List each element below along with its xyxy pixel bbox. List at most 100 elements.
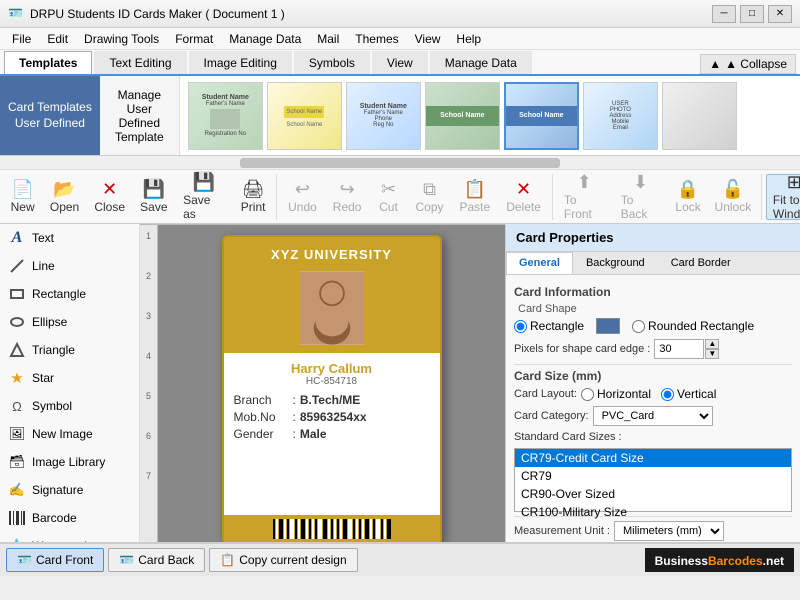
menu-manage-data[interactable]: Manage Data (221, 30, 309, 48)
pixels-edge-label: Pixels for shape card edge : (514, 343, 650, 355)
tab-text-editing[interactable]: Text Editing (94, 51, 186, 74)
tab-view[interactable]: View (372, 51, 428, 74)
card-photo-frame (297, 268, 367, 348)
menu-themes[interactable]: Themes (347, 30, 406, 48)
menu-file[interactable]: File (4, 30, 39, 48)
tool-new-image[interactable]: 🖼 New Image (0, 420, 139, 448)
template-thumb-7[interactable] (662, 82, 737, 150)
tool-triangle[interactable]: Triangle (0, 336, 139, 364)
props-tab-card-border[interactable]: Card Border (658, 252, 744, 274)
horizontal-radio-option[interactable]: Horizontal (581, 387, 651, 401)
text-tool-label: Text (32, 231, 54, 245)
cr79-option[interactable]: CR79 (515, 467, 791, 485)
menu-drawing-tools[interactable]: Drawing Tools (76, 30, 167, 48)
tool-symbol[interactable]: Ω Symbol (0, 392, 139, 420)
pixels-spin-up[interactable]: ▲ (705, 339, 719, 349)
cr90-over-sized-option[interactable]: CR90-Over Sized (515, 485, 791, 503)
template-thumb-1[interactable]: Student Name Father's Name Registration … (188, 82, 263, 150)
rectangle-radio[interactable] (514, 320, 527, 333)
cut-button[interactable]: ✂ Cut (370, 174, 406, 220)
tool-text[interactable]: A Text (0, 224, 139, 252)
rounded-rectangle-radio[interactable] (632, 320, 645, 333)
menu-bar: File Edit Drawing Tools Format Manage Da… (0, 28, 800, 50)
category-select[interactable]: PVC_Card (593, 406, 713, 426)
measurement-label: Measurement Unit : (514, 525, 610, 537)
tool-watermark[interactable]: 💧 Watermark (0, 532, 139, 542)
tab-manage-data[interactable]: Manage Data (430, 51, 532, 74)
tab-templates[interactable]: Templates (4, 51, 92, 74)
design-canvas[interactable]: XYZ UNIVERSITY (158, 225, 505, 542)
tab-symbols[interactable]: Symbols (294, 51, 370, 74)
horizontal-scrollbar[interactable] (0, 156, 800, 170)
measurement-select[interactable]: Milimeters (mm) (614, 521, 724, 541)
close-button[interactable]: ✕ (768, 5, 792, 23)
card-back-button[interactable]: 🪪 Card Back (108, 548, 205, 572)
tab-image-editing[interactable]: Image Editing (189, 51, 292, 74)
paste-button[interactable]: 📋 Paste (453, 174, 498, 220)
close-doc-button[interactable]: ✕ Close (88, 174, 132, 220)
horizontal-radio[interactable] (581, 388, 594, 401)
tool-line[interactable]: Line (0, 252, 139, 280)
tool-ellipse[interactable]: Ellipse (0, 308, 139, 336)
props-tab-background[interactable]: Background (573, 252, 658, 274)
template-thumb-3[interactable]: Student Name Father's Name Phone Reg No (346, 82, 421, 150)
tool-signature[interactable]: ✍ Signature (0, 476, 139, 504)
template-thumb-4[interactable]: School Name (425, 82, 500, 150)
signature-tool-icon: ✍ (8, 481, 26, 499)
card-gender-label: Gender (234, 427, 289, 441)
vertical-radio-option[interactable]: Vertical (661, 387, 716, 401)
id-card: XYZ UNIVERSITY (222, 235, 442, 542)
manage-user-defined-button[interactable]: Manage User Defined Template (100, 76, 180, 155)
unlock-button[interactable]: 🔓 Unlock (709, 174, 757, 220)
tool-barcode[interactable]: Barcode (0, 504, 139, 532)
template-group-button[interactable]: Card Templates User Defined (0, 76, 100, 155)
copy-design-button[interactable]: 📋 Copy current design (209, 548, 357, 572)
close-doc-icon: ✕ (102, 180, 117, 198)
rectangle-radio-option[interactable]: Rectangle (514, 319, 584, 333)
tool-rectangle[interactable]: Rectangle (0, 280, 139, 308)
save-button[interactable]: 💾 Save (134, 174, 175, 220)
to-back-button[interactable]: ⬇ To Back (614, 174, 668, 220)
card-front-button[interactable]: 🪪 Card Front (6, 548, 104, 572)
rounded-rectangle-radio-option[interactable]: Rounded Rectangle (632, 319, 754, 333)
menu-view[interactable]: View (407, 30, 449, 48)
redo-button[interactable]: ↪ Redo (326, 174, 369, 220)
symbol-tool-label: Symbol (32, 399, 72, 413)
card-barcode (273, 519, 391, 539)
vertical-radio[interactable] (661, 388, 674, 401)
undo-button[interactable]: ↩ Undo (281, 174, 324, 220)
ruler-vertical: 1 2 3 4 5 6 7 (140, 225, 158, 542)
shape-radio-group: Rectangle Rounded Rectangle (514, 318, 754, 334)
to-front-button[interactable]: ⬆ To Front (557, 174, 612, 220)
template-thumb-2[interactable]: School Name School Name (267, 82, 342, 150)
template-thumb-6[interactable]: USER PHOTO Address Mobile Email (583, 82, 658, 150)
tool-image-library[interactable]: 🗃 Image Library (0, 448, 139, 476)
minimize-button[interactable]: ─ (712, 5, 736, 23)
menu-format[interactable]: Format (167, 30, 221, 48)
template-thumb-5[interactable]: School Name (504, 82, 579, 150)
save-as-button[interactable]: 💾 Save as (176, 174, 232, 220)
fit-window-button[interactable]: ⊞ Fit to Window (766, 174, 800, 220)
tool-star[interactable]: ★ Star (0, 364, 139, 392)
vertical-option-label: Vertical (677, 387, 716, 401)
lock-button[interactable]: 🔒 Lock (669, 174, 707, 220)
image-library-tool-icon: 🗃 (8, 453, 26, 471)
ribbon-collapse-button[interactable]: ▲ ▲ Collapse (700, 54, 796, 74)
paste-icon: 📋 (464, 180, 486, 198)
menu-edit[interactable]: Edit (39, 30, 76, 48)
props-tab-general[interactable]: General (506, 252, 573, 274)
copy-button[interactable]: ⧉ Copy (408, 174, 450, 220)
standard-sizes-list[interactable]: CR79-Credit Card Size CR79 CR90-Over Siz… (514, 448, 792, 512)
new-button[interactable]: 📄 New (4, 174, 41, 220)
cr100-military-option[interactable]: CR100-Military Size (515, 503, 791, 521)
delete-button[interactable]: ✕ Delete (499, 174, 548, 220)
maximize-button[interactable]: □ (740, 5, 764, 23)
menu-help[interactable]: Help (448, 30, 489, 48)
pixels-spin-down[interactable]: ▼ (705, 349, 719, 359)
menu-mail[interactable]: Mail (309, 30, 347, 48)
print-button[interactable]: 🖨 Print (234, 174, 272, 220)
pixels-input[interactable] (654, 339, 704, 359)
measurement-row: Measurement Unit : Milimeters (mm) (514, 521, 792, 541)
open-button[interactable]: 📂 Open (43, 174, 85, 220)
cr79-credit-card-option[interactable]: CR79-Credit Card Size (515, 449, 791, 467)
